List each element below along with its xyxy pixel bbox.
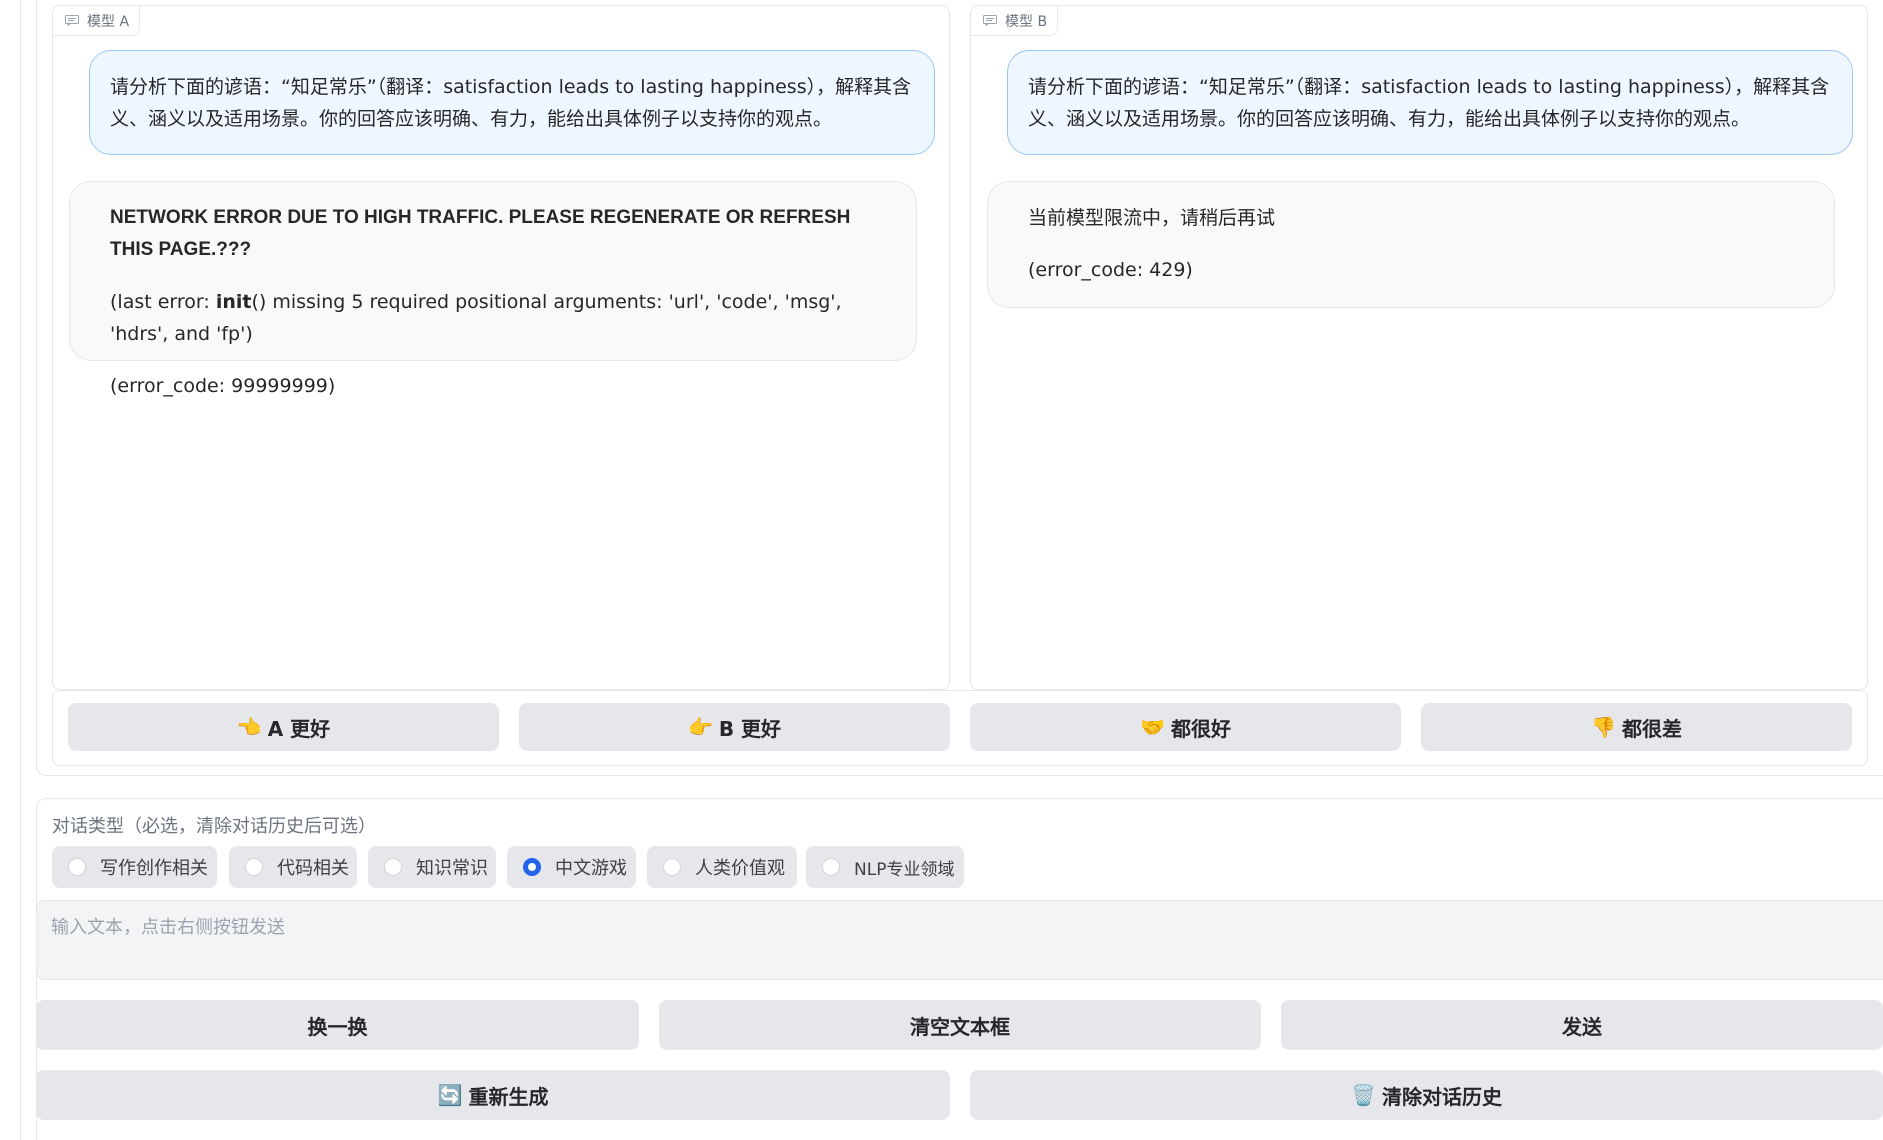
panel-label-text: 模型 A xyxy=(87,13,130,30)
input-placeholder: 输入文本，点击右侧按钮发送 xyxy=(51,917,285,938)
handshake-icon: 🤝 xyxy=(1140,715,1165,739)
radio-label: NLP专业领域 xyxy=(854,859,955,880)
hand-right-icon: 👉 xyxy=(687,715,713,739)
panel-label-b: 模型 B xyxy=(971,6,1059,36)
radio-option-code[interactable]: 代码相关 xyxy=(229,846,357,888)
user-message-text: 请分析下面的谚语：“知足常乐”（翻译：satisfaction leads to… xyxy=(1028,76,1830,130)
clear-textbox-label: 清空文本框 xyxy=(910,1014,1010,1039)
radio-option-human-values[interactable]: 人类价值观 xyxy=(647,846,797,888)
panel-label-text: 模型 B xyxy=(1005,13,1048,30)
shuffle-button[interactable]: 换一换 xyxy=(36,1000,639,1050)
both-bad-button[interactable]: 👎 都很差 xyxy=(1421,703,1852,751)
radio-option-chinese-game[interactable]: 中文游戏 xyxy=(507,846,636,888)
dialog-type-label: 对话类型（必选，清除对话历史后可选） xyxy=(52,816,376,837)
error-code: (error_code: 429) xyxy=(1028,259,1193,281)
radio-label: 写作创作相关 xyxy=(100,858,208,879)
bot-message-text: 当前模型限流中，请稍后再试 xyxy=(1028,207,1276,229)
clear-history-button[interactable]: 🗑️ 清除对话历史 xyxy=(970,1070,1883,1120)
clear-history-label: 清除对话历史 xyxy=(1381,1084,1502,1109)
chatbot-panel-b[interactable]: 模型 B 请分析下面的谚语：“知足常乐”（翻译：satisfaction lea… xyxy=(970,5,1868,690)
error-title: NETWORK ERROR DUE TO HIGH TRAFFIC. PLEAS… xyxy=(110,207,851,260)
radio-label: 人类价值观 xyxy=(695,858,785,879)
b-better-button[interactable]: 👉 B 更好 xyxy=(519,703,950,751)
chat-icon xyxy=(983,15,997,26)
hand-left-icon: 👈 xyxy=(236,715,262,739)
user-message-text: 请分析下面的谚语：“知足常乐”（翻译：satisfaction leads to… xyxy=(110,76,912,130)
error-detail: (last error: init() missing 5 required p… xyxy=(110,286,896,350)
radio-circle xyxy=(384,858,402,876)
radio-label: 代码相关 xyxy=(277,858,349,879)
radio-option-knowledge[interactable]: 知识常识 xyxy=(368,846,496,888)
bot-message-bubble: 当前模型限流中，请稍后再试 (error_code: 429) xyxy=(987,181,1835,308)
radio-circle xyxy=(822,858,840,876)
user-message-bubble: 请分析下面的谚语：“知足常乐”（翻译：satisfaction leads to… xyxy=(1007,50,1853,155)
user-message-bubble: 请分析下面的谚语：“知足常乐”（翻译：satisfaction leads to… xyxy=(89,50,935,155)
regenerate-label: 重新生成 xyxy=(468,1084,549,1109)
radio-circle xyxy=(68,858,86,876)
a-better-button[interactable]: 👈 A 更好 xyxy=(68,703,499,751)
radio-label: 中文游戏 xyxy=(555,858,627,879)
chat-icon xyxy=(65,15,79,26)
trash-icon: 🗑️ xyxy=(1351,1083,1376,1107)
page-left-divider xyxy=(20,0,21,1140)
a-better-label: A 更好 xyxy=(267,716,331,741)
radio-circle xyxy=(663,858,681,876)
panel-label-a: 模型 A xyxy=(53,6,141,36)
chatbot-panel-a[interactable]: 模型 A 请分析下面的谚语：“知足常乐”（翻译：satisfaction lea… xyxy=(52,5,950,690)
send-label: 发送 xyxy=(1562,1014,1602,1039)
both-good-label: 都很好 xyxy=(1170,716,1231,741)
clear-textbox-button[interactable]: 清空文本框 xyxy=(659,1000,1261,1050)
error-detail-prefix: (last error: xyxy=(110,291,216,313)
both-good-button[interactable]: 🤝 都很好 xyxy=(970,703,1401,751)
refresh-icon: 🔄 xyxy=(437,1083,463,1107)
radio-label: 知识常识 xyxy=(416,858,488,879)
error-detail-func: init xyxy=(215,291,252,313)
both-bad-label: 都很差 xyxy=(1621,716,1682,741)
b-better-label: B 更好 xyxy=(718,716,782,741)
send-button[interactable]: 发送 xyxy=(1281,1000,1883,1050)
shuffle-label: 换一换 xyxy=(307,1014,368,1039)
radio-circle-checked xyxy=(523,858,541,876)
bot-message-bubble: NETWORK ERROR DUE TO HIGH TRAFFIC. PLEAS… xyxy=(69,181,917,397)
radio-option-nlp[interactable]: NLP专业领域 xyxy=(806,846,964,888)
thumbs-down-icon: 👎 xyxy=(1591,715,1616,739)
regenerate-button[interactable]: 🔄 重新生成 xyxy=(36,1070,950,1120)
radio-circle xyxy=(245,858,263,876)
error-code: (error_code: 99999999) xyxy=(110,375,336,397)
radio-option-writing[interactable]: 写作创作相关 xyxy=(52,846,217,888)
message-input[interactable]: 输入文本，点击右侧按钮发送 xyxy=(36,900,1883,980)
